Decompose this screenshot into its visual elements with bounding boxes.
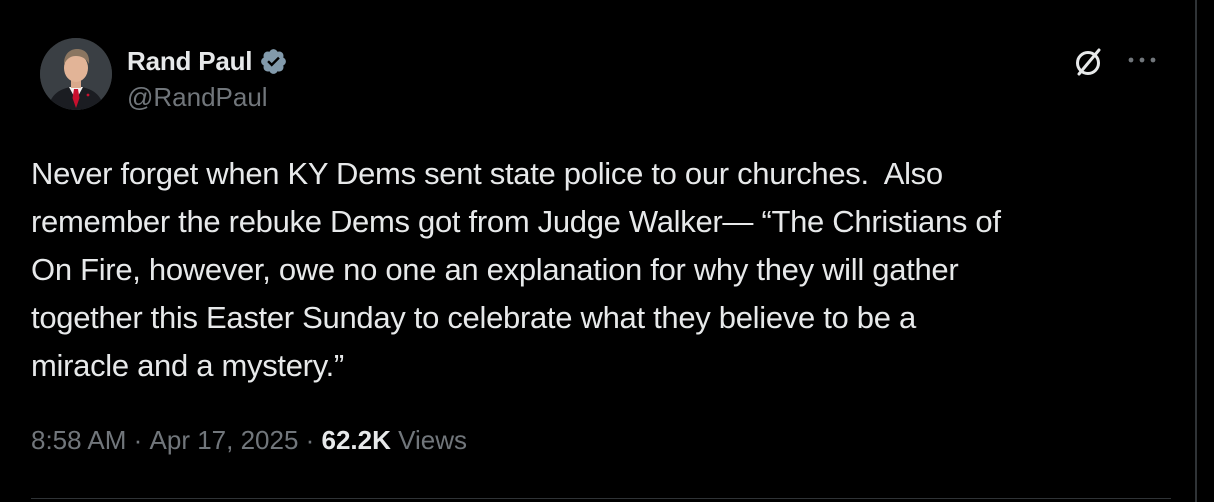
views-count[interactable]: 62.2K [322,425,391,456]
tweet: Rand Paul @RandPaul Never forget when KY… [0,0,1195,502]
tweet-time[interactable]: 8:58 AM [31,425,126,456]
author-block: Rand Paul @RandPaul [127,44,288,113]
grok-icon[interactable] [1071,44,1107,80]
views-label: Views [390,425,468,455]
name-row: Rand Paul [127,44,288,78]
tweet-date[interactable]: Apr 17, 2025 [150,425,299,456]
column-border [1195,0,1197,502]
avatar-image [40,38,112,110]
author-display-name[interactable]: Rand Paul [127,46,253,77]
meta-separator: · [298,425,322,455]
tweet-meta: 8:58 AM · Apr 17, 2025 · 62.2K Views [31,425,467,456]
verified-badge-icon[interactable] [259,47,288,76]
meta-separator: · [126,425,150,455]
more-icon[interactable] [1124,48,1160,72]
author-handle[interactable]: @RandPaul [127,82,288,113]
divider [31,498,1171,499]
avatar[interactable] [40,38,112,110]
tweet-text: Never forget when KY Dems sent state pol… [31,156,1001,383]
